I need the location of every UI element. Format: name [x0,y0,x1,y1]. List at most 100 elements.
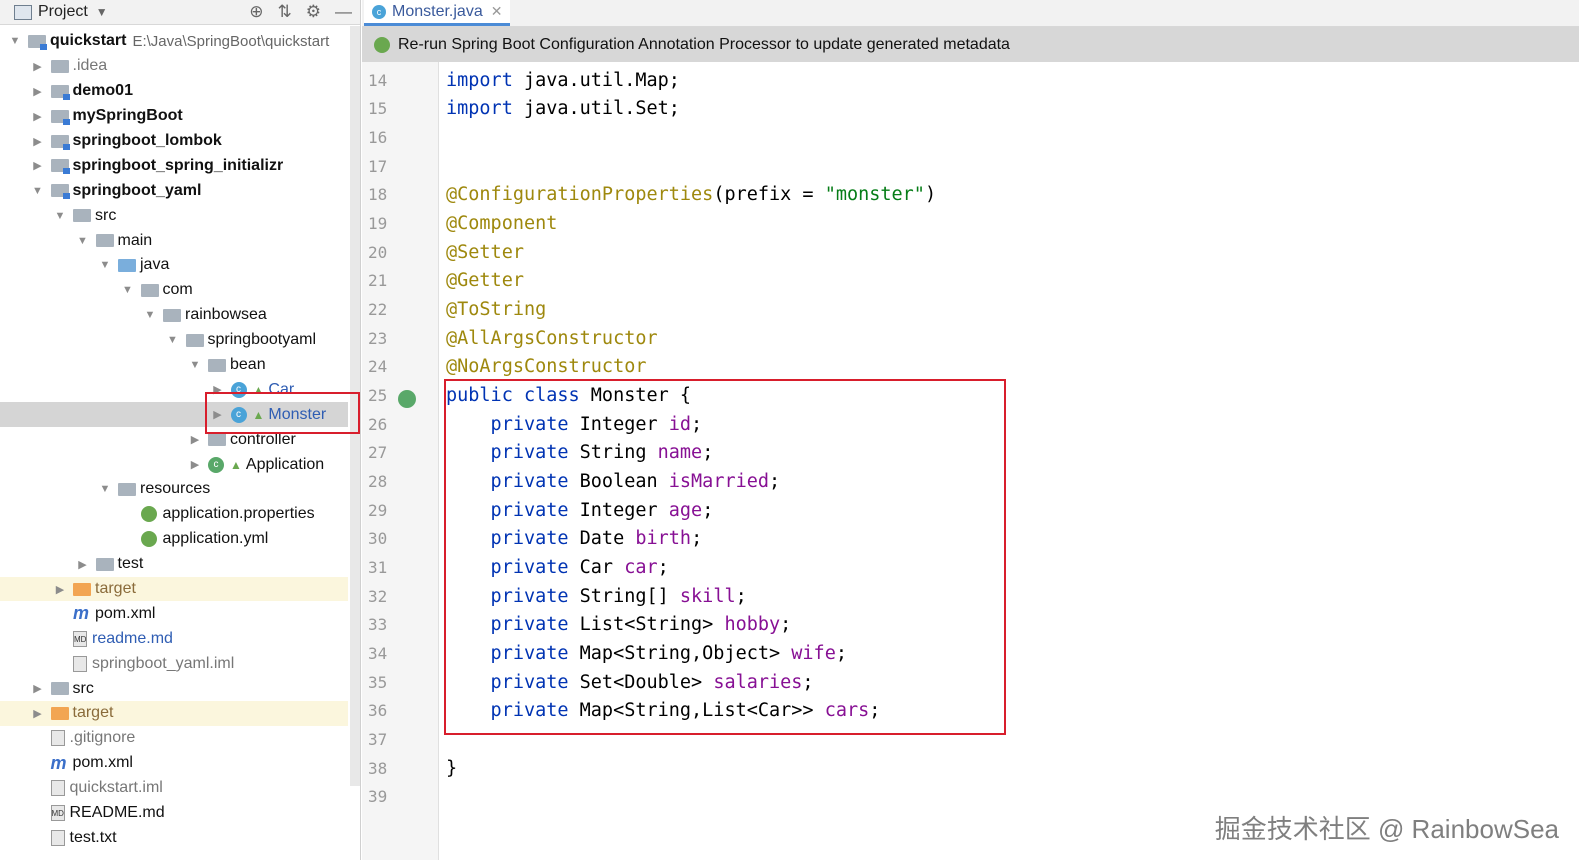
expand-arrow-icon[interactable]: ▼ [98,259,112,271]
tree-item-springboot-lombok[interactable]: ▶ springboot_lombok [0,129,348,154]
collapse-arrow-icon[interactable]: ▶ [53,583,67,596]
code-line[interactable]: 20 @Setter [362,238,1579,267]
code-line[interactable]: 23 @AllArgsConstructor [362,324,1579,353]
collapse-all-icon[interactable]: ⇅ [278,2,292,22]
tree-item-application-properties[interactable]: application.properties [0,502,348,527]
tab-monster-java[interactable]: c Monster.java ✕ [364,0,511,26]
locate-icon[interactable]: ⊕ [249,2,263,22]
collapse-arrow-icon[interactable]: ▶ [31,682,45,695]
gear-icon[interactable]: ⚙ [306,2,321,22]
tree-item-springboot-yaml[interactable]: ▼ springboot_yaml [0,178,348,203]
expand-arrow-icon[interactable]: ▼ [121,284,135,296]
collapse-arrow-icon[interactable]: ▶ [31,85,45,98]
tree-item-com[interactable]: ▼ com [0,278,348,303]
line-number: 35 [368,672,388,692]
tree-item-test[interactable]: ▶ test [0,552,348,577]
code-line[interactable]: 18 @ConfigurationProperties(prefix = "mon… [362,181,1579,210]
tree-item-resources[interactable]: ▼ resources [0,477,348,502]
line-number: 36 [368,701,388,721]
collapse-arrow-icon[interactable]: ▶ [31,707,45,720]
expand-arrow-icon[interactable]: ▼ [143,309,157,321]
tree-item-label: src [72,679,94,697]
tree-item-label: main [117,231,153,249]
collapse-arrow-icon[interactable]: ▶ [31,110,45,123]
expand-arrow-icon[interactable]: ▼ [188,359,202,371]
code-line[interactable]: 22 @ToString [362,295,1579,324]
expand-arrow-icon[interactable]: ▼ [76,235,90,247]
expand-arrow-icon[interactable]: ▼ [31,185,45,197]
tree-item-springboot-yaml-iml[interactable]: springboot_yaml.iml [0,651,348,676]
tree-item-springbootyaml[interactable]: ▼ springbootyaml [0,328,348,353]
line-number: 28 [368,472,388,492]
tree-item-rainbowsea[interactable]: ▼ rainbowsea [0,303,348,328]
expand-arrow-icon[interactable]: ▼ [53,210,67,222]
collapse-arrow-icon[interactable]: ▶ [31,60,45,73]
tree-item-src[interactable]: ▶ src [0,676,348,701]
tree-item-springboot-spring-initializr[interactable]: ▶ springboot_spring_initializr [0,153,348,178]
collapse-arrow-icon[interactable]: ▶ [188,433,202,446]
tree-item-pom-xml[interactable]: m pom.xml [0,601,348,626]
tree-item-label: mySpringBoot [72,107,183,125]
code-line[interactable]: 38} [362,754,1579,783]
tree-item-myspringboot[interactable]: ▶ mySpringBoot [0,104,348,129]
tree-item-java[interactable]: ▼ java [0,253,348,278]
tree-item-label: springboot_yaml.iml [92,654,235,672]
code-text: import java.util.Map; [438,70,680,91]
line-number: 17 [368,156,388,176]
code-line[interactable]: 39 [362,782,1579,811]
tree-item-quickstart[interactable]: ▼ quickstart E:\Java\SpringBoot\quickstart [0,29,348,54]
tree-item-label: quickstart.iml [69,779,163,797]
code-line[interactable]: 17 [362,152,1579,181]
line-number: 19 [368,214,388,234]
collapse-arrow-icon[interactable]: ▶ [31,135,45,148]
spring-config-icon [140,531,157,548]
tree-item-readme-md[interactable]: MD README.md [0,801,348,826]
tree-item-label: springboot_spring_initializr [72,156,284,174]
line-number: 24 [368,357,388,377]
excluded-folder-icon [50,706,69,720]
hide-icon[interactable]: — [335,2,352,22]
code-token: "monster" [824,184,925,206]
expand-arrow-icon[interactable]: ▼ [166,334,180,346]
module-folder-icon [50,109,70,125]
tree-item-application[interactable]: ▶ c ▲ Application [0,452,348,477]
tree-item-target[interactable]: ▶ target [0,576,348,602]
code-line[interactable]: 24 @NoArgsConstructor [362,353,1579,382]
tree-item-gitignore[interactable]: .gitignore [0,726,348,751]
expand-arrow-icon[interactable]: ▼ [98,483,112,495]
tree-item-application-yml[interactable]: application.yml [0,527,348,552]
package-icon [163,308,181,322]
tree-item-target[interactable]: ▶ target [0,701,348,726]
tree-item-main[interactable]: ▼ main [0,228,348,253]
spring-bean-gutter-icon[interactable] [398,390,416,409]
line-number: 15 [368,99,388,119]
tree-item-src[interactable]: ▼ src [0,203,348,228]
project-panel-title[interactable]: Project [38,3,88,21]
close-icon[interactable]: ✕ [491,3,503,20]
tree-item-quickstart-iml[interactable]: quickstart.iml [0,776,348,801]
tree-item-bean[interactable]: ▼ bean [0,353,348,378]
collapse-arrow-icon[interactable]: ▶ [31,159,45,172]
maven-icon: m [73,603,90,624]
code-text: @Component [438,213,557,234]
chevron-down-icon[interactable]: ▼ [96,5,108,19]
tree-item-demo01[interactable]: ▶ demo01 [0,79,348,104]
notification-text[interactable]: Re-run Spring Boot Configuration Annotat… [398,36,1010,54]
line-number: 14 [368,70,388,90]
code-line[interactable]: 19 @Component [362,209,1579,238]
code-line[interactable]: 15 import java.util.Set; [362,95,1579,124]
code-line[interactable]: 14 import java.util.Map; [362,66,1579,95]
leaf-icon: ▲ [230,457,242,472]
tree-item-pom-xml[interactable]: m pom.xml [0,751,348,776]
tree-item-test-txt[interactable]: test.txt [0,826,348,851]
tree-item-label: readme.md [92,629,173,647]
project-panel: Project ▼ ⊕ ⇅ ⚙ — ▼ quickstart E:\Java\Spr… [0,0,361,860]
folder-icon [73,209,91,223]
collapse-arrow-icon[interactable]: ▶ [76,558,90,571]
code-line[interactable]: 21 @Getter [362,267,1579,296]
tree-item-readme-md[interactable]: MD readme.md [0,626,348,651]
collapse-arrow-icon[interactable]: ▶ [188,458,202,471]
expand-arrow-icon[interactable]: ▼ [8,35,22,47]
code-line[interactable]: 16 [362,123,1579,152]
tree-item-idea[interactable]: ▶ .idea [0,54,348,79]
